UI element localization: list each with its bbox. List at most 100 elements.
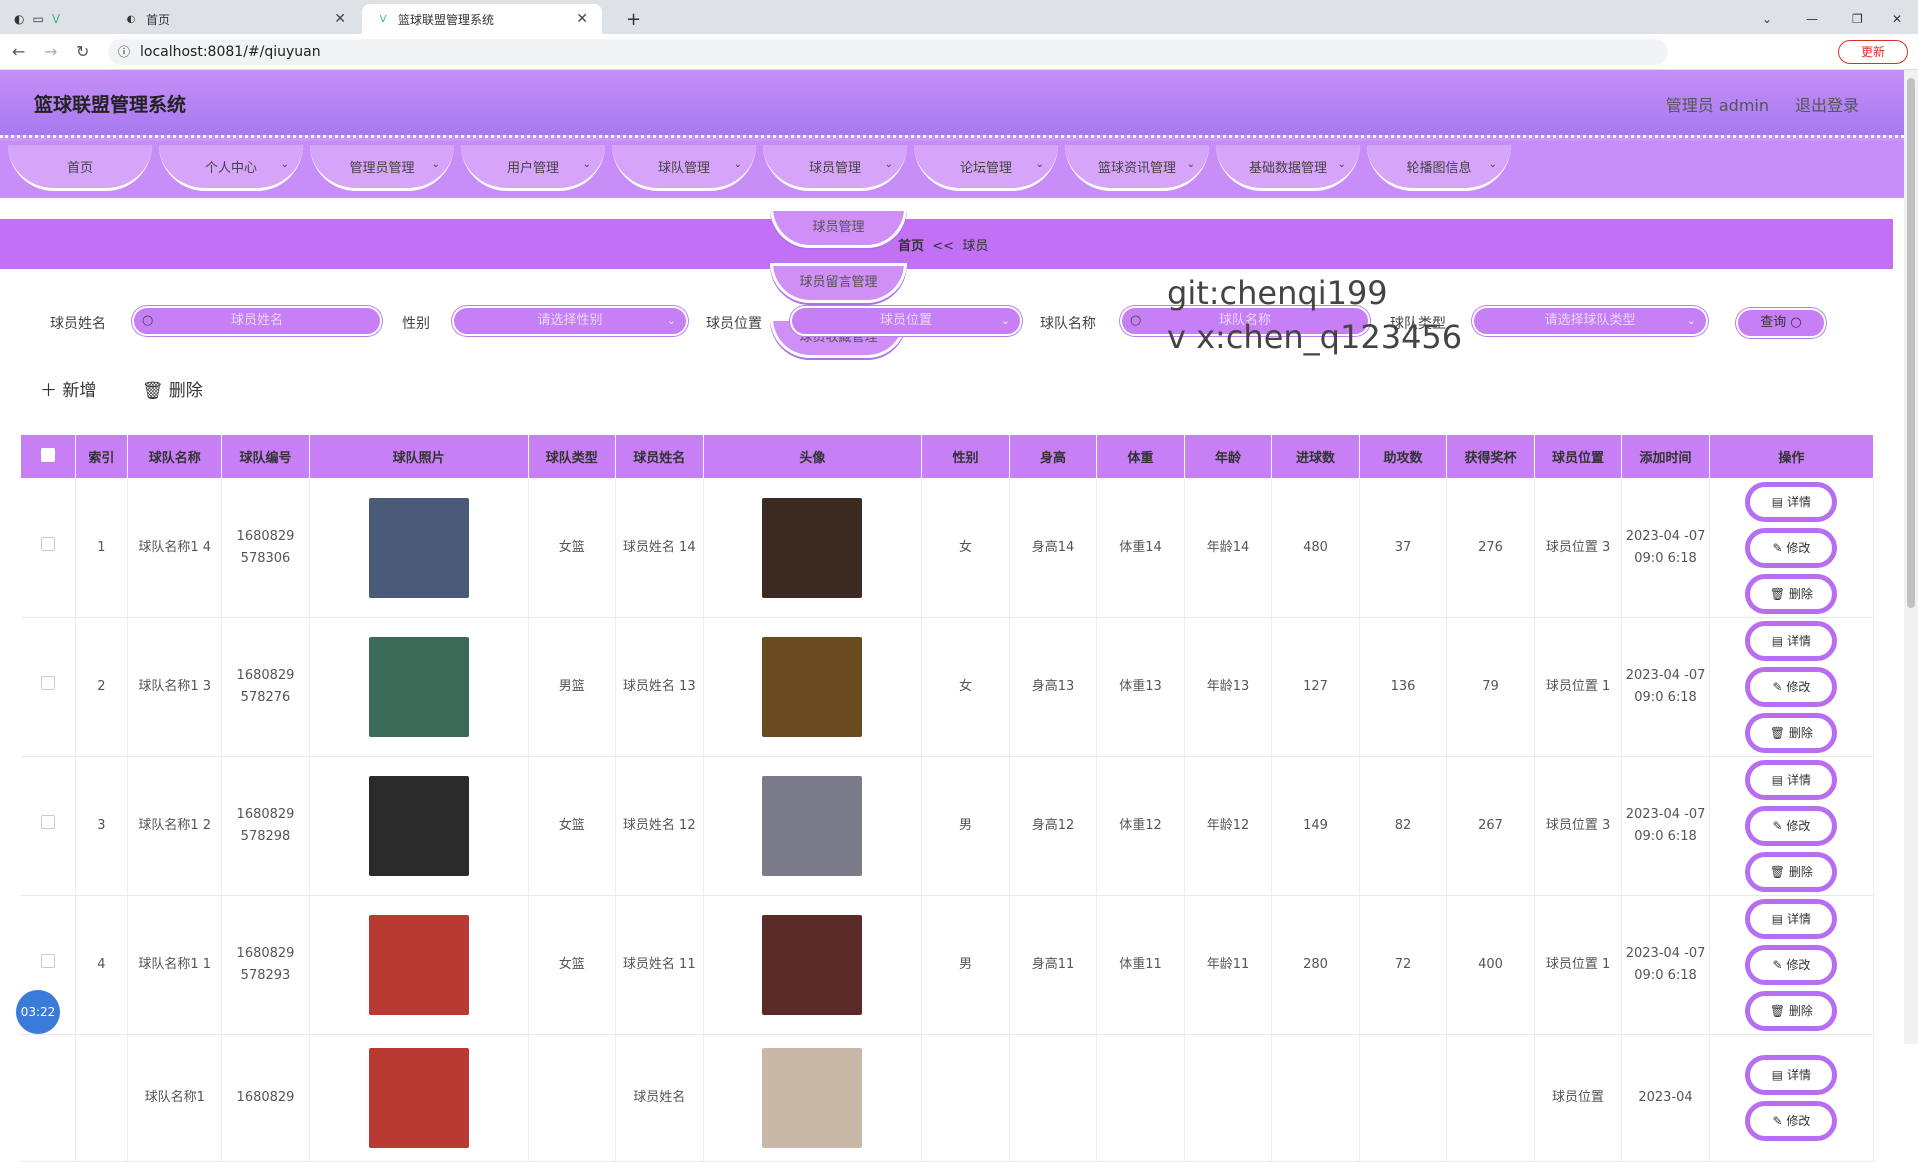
remove-button[interactable]: 🗑 删除 [1745, 713, 1838, 753]
menu-item-1[interactable]: 个人中心 ⌄ [159, 145, 303, 191]
cell-trophies: 267 [1446, 756, 1535, 896]
row-checkbox[interactable] [40, 815, 55, 829]
team-photo-cell [309, 895, 529, 1035]
avatar-cell [703, 478, 923, 618]
add-button[interactable]: ＋ 新增 [40, 381, 96, 401]
tab-label: 首页 [146, 12, 171, 27]
button-label: 修改 [1786, 541, 1811, 555]
cell-height: 身高12 [1009, 756, 1098, 896]
menu-item-8[interactable]: 基础数据管理 ⌄ [1216, 145, 1360, 191]
cell-weight: 体重12 [1096, 756, 1185, 896]
table-toolbar: ＋ 新增 🗑 删除 [40, 376, 243, 401]
pinned-tabs[interactable]: ◐ ▭ V [0, 4, 110, 34]
logout-link[interactable]: 退出登录 [1795, 92, 1859, 116]
chevron-down-icon: ⌄ [1035, 159, 1044, 170]
cell-team_type: 女篮 [528, 895, 617, 1035]
edit-button[interactable]: ✎ 修改 [1745, 667, 1838, 707]
cell-team_name: 球队名称1 2 [127, 756, 223, 896]
cell-team_type [528, 1034, 617, 1162]
edit-icon: ✎ [1772, 1114, 1787, 1128]
remove-button[interactable]: 🗑 删除 [1745, 852, 1838, 892]
menu-item-3[interactable]: 用户管理 ⌄ [461, 145, 605, 191]
menu-item-4[interactable]: 球队管理 ⌄ [612, 145, 756, 191]
menu-item-0[interactable]: 首页 [8, 145, 152, 191]
tab-active[interactable]: V 篮球联盟管理系统 ✕ [362, 4, 602, 34]
query-button[interactable]: 查询 ○ [1736, 308, 1826, 338]
team-photo [368, 776, 469, 876]
delete-button[interactable]: 🗑 删除 [142, 381, 203, 401]
chevron-down-icon: ⌄ [582, 159, 591, 170]
detail-button[interactable]: ▤ 详情 [1745, 482, 1838, 522]
watermark-line-1: git:chenqi199 [1167, 274, 1388, 312]
select-all-checkbox[interactable] [40, 447, 55, 462]
menu-item-6[interactable]: 论坛管理 ⌄ [914, 145, 1058, 191]
cell-age: 年龄14 [1184, 478, 1273, 618]
gender-select[interactable]: 请选择性别 ⌄ [452, 306, 688, 336]
button-label: 修改 [1786, 958, 1811, 972]
page-scrollbar[interactable] [1904, 70, 1918, 1044]
restore-icon[interactable]: ❐ [1838, 4, 1877, 34]
row-select-cell [20, 1034, 76, 1162]
menu-item-7[interactable]: 篮球资讯管理 ⌄ [1065, 145, 1209, 191]
chevron-down-icon: ⌄ [666, 314, 676, 327]
close-icon[interactable]: ✕ [576, 11, 588, 27]
menu-item-2[interactable]: 管理员管理 ⌄ [310, 145, 454, 191]
cell-assists: 37 [1359, 478, 1448, 618]
detail-button[interactable]: ▤ 详情 [1745, 899, 1838, 939]
edit-button[interactable]: ✎ 修改 [1745, 1101, 1838, 1141]
tab-search-icon[interactable]: ⌄ [1748, 4, 1786, 34]
ops-cell: ▤ 详情 ✎ 修改 [1709, 1034, 1875, 1162]
info-icon: ⓘ [118, 45, 131, 59]
detail-button[interactable]: ▤ 详情 [1745, 760, 1838, 800]
close-icon[interactable]: ✕ [334, 11, 346, 27]
remove-icon: 🗑 [1769, 1004, 1789, 1018]
cell-index: 4 [75, 895, 129, 1035]
avatar-cell [703, 1034, 923, 1162]
detail-button[interactable]: ▤ 详情 [1745, 1055, 1838, 1095]
back-icon[interactable]: ← [12, 42, 25, 61]
update-button[interactable]: 更新 [1838, 40, 1908, 64]
table-row: 4 球队名称1 1 1680829 578293 女篮 球员姓名 11 男身高11 体重11… [20, 895, 1875, 1035]
tab-home[interactable]: ◐ 首页 ✕ [110, 4, 360, 34]
scrollbar-thumb[interactable] [1907, 78, 1915, 608]
remove-button[interactable]: 🗑 删除 [1745, 574, 1838, 614]
detail-button[interactable]: ▤ 详情 [1745, 621, 1838, 661]
player-name-input[interactable]: ○ 球员姓名 [132, 306, 382, 336]
new-tab-button[interactable]: + [612, 4, 642, 34]
app-title: 篮球联盟管理系统 [34, 94, 187, 116]
edit-button[interactable]: ✎ 修改 [1745, 528, 1838, 568]
reload-icon[interactable]: ↻ [76, 42, 89, 61]
cell-gender: 男 [921, 756, 1010, 896]
menu-item-5[interactable]: 球员管理 ⌄ [763, 145, 907, 191]
team-photo-cell [309, 1034, 529, 1162]
player-avatar [762, 1048, 863, 1148]
row-checkbox[interactable] [40, 954, 55, 968]
url-input[interactable]: ⓘ localhost:8081/#/qiuyuan [108, 39, 1668, 65]
cell-gender: 男 [921, 895, 1010, 1035]
cell-added: 2023-04 -07 09:0 6:18 [1621, 617, 1710, 757]
edit-icon: ✎ [1772, 958, 1787, 972]
row-checkbox[interactable] [40, 676, 55, 690]
cell-player: 球员姓名 11 [615, 895, 704, 1035]
chevron-down-icon: ⌄ [431, 159, 440, 170]
position-select[interactable]: 球员位置 ⌄ [790, 306, 1022, 336]
column-header: 球队类型 [527, 434, 617, 479]
edit-button[interactable]: ✎ 修改 [1745, 945, 1838, 985]
chevron-down-icon: ⌄ [1488, 159, 1497, 170]
cell-team_name: 球队名称1 1 [127, 895, 223, 1035]
window-close-icon[interactable]: ✕ [1878, 4, 1916, 34]
chevron-down-icon: ⌄ [1186, 159, 1195, 170]
remove-button[interactable]: 🗑 删除 [1745, 991, 1838, 1031]
main-menu: 首页 个人中心 ⌄ 管理员管理 ⌄ 用户管理 ⌄ 球队管理 ⌄ 球员管理 ⌄ 论坛管理 ⌄ 篮球资讯管理 ⌄… [0, 141, 1904, 198]
team-name-label: 球队名称 [1040, 316, 1096, 332]
row-checkbox[interactable] [40, 537, 55, 551]
cell-team_no: 1680829 [221, 1034, 310, 1162]
avatar-cell [703, 617, 923, 757]
minimize-icon[interactable]: — [1792, 4, 1832, 34]
edit-button[interactable]: ✎ 修改 [1745, 806, 1838, 846]
button-label: 删除 [1788, 726, 1813, 740]
menu-item-9[interactable]: 轮播图信息 ⌄ [1367, 145, 1511, 191]
team-type-select[interactable]: 请选择球队类型 ⌄ [1472, 306, 1708, 336]
forward-icon[interactable]: → [44, 42, 57, 61]
cell-gender: 女 [921, 478, 1010, 618]
